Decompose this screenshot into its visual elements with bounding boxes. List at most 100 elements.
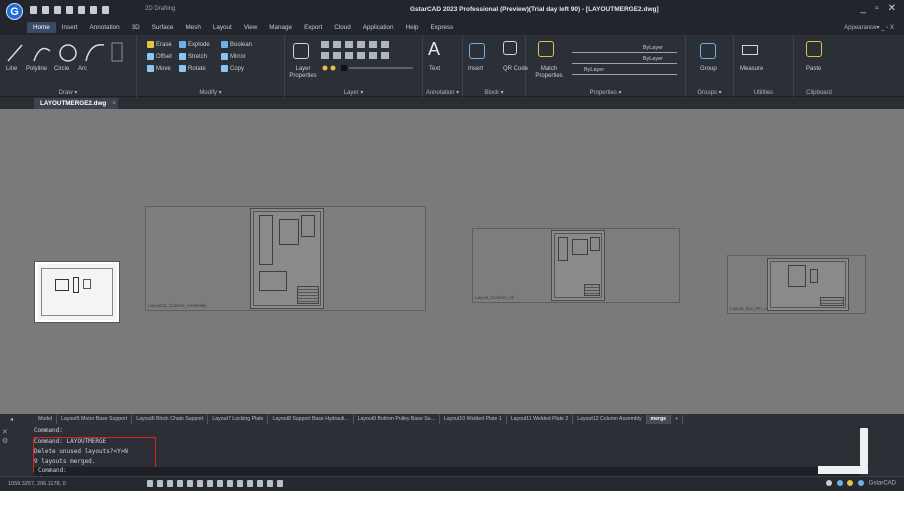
tab-layout[interactable]: Layout <box>207 22 238 33</box>
tab-view[interactable]: View <box>238 22 264 33</box>
tab-cloud[interactable]: Cloud <box>328 22 356 33</box>
draw-panel-title[interactable]: Draw ▾ <box>0 89 136 96</box>
workspace-icon[interactable] <box>247 480 253 487</box>
print-icon[interactable] <box>78 6 85 14</box>
command-vertical-scrollbar[interactable] <box>860 428 868 466</box>
stretch-tool[interactable]: Stretch <box>179 53 207 60</box>
tab-annotation[interactable]: Annotation <box>84 22 126 33</box>
app-logo-icon[interactable]: G <box>6 3 23 20</box>
notification-icon[interactable] <box>836 480 843 486</box>
qr-code-tool[interactable]: QR Code <box>503 66 528 72</box>
explode-tool[interactable]: Explode <box>179 41 210 48</box>
tab-layout6[interactable]: Layout6 Block Chain Support <box>132 415 209 424</box>
groups-panel-title[interactable]: Groups ▾ <box>686 89 733 96</box>
cloud-icon[interactable] <box>857 480 864 486</box>
annotation-panel-title[interactable]: Annotation ▾ <box>423 89 462 96</box>
tab-layout10[interactable]: Layout10 Welded Plate 1 <box>440 415 507 424</box>
tab-export[interactable]: Export <box>298 22 328 33</box>
command-input[interactable]: Command: <box>34 467 860 476</box>
osnap-icon[interactable] <box>187 480 193 487</box>
layer-panel-title[interactable]: Layer ▾ <box>285 89 422 96</box>
measure-tool[interactable]: Measure <box>740 66 763 72</box>
selection-cycling-icon[interactable] <box>227 480 233 487</box>
tab-3d[interactable]: 3D <box>126 22 146 33</box>
settings-icon[interactable] <box>825 480 832 486</box>
ortho-icon[interactable] <box>167 480 173 487</box>
tab-application[interactable]: Application <box>357 22 400 33</box>
transparency-icon[interactable] <box>217 480 223 487</box>
close-icon[interactable]: ✕ <box>2 428 8 437</box>
paste-tool[interactable]: Paste <box>806 66 821 72</box>
tab-insert[interactable]: Insert <box>56 22 84 33</box>
open-file-icon[interactable] <box>42 6 49 14</box>
add-layout-button[interactable]: + <box>671 415 684 424</box>
move-tool[interactable]: Move <box>147 65 171 72</box>
drawing-frame-3[interactable] <box>767 258 849 311</box>
lineweight-dropdown[interactable]: ByLayer <box>572 67 677 75</box>
line-tool[interactable]: Line <box>6 66 17 72</box>
redo-icon[interactable] <box>102 6 109 14</box>
document-tab[interactable]: LAYOUTMERGE2.dwg × <box>34 98 118 109</box>
block-panel-title[interactable]: Block ▾ <box>463 89 525 96</box>
wrench-icon[interactable]: ⚙ <box>2 437 8 446</box>
linetype-dropdown[interactable]: ByLayer <box>572 56 677 64</box>
save-as-icon[interactable] <box>66 6 73 14</box>
lineweight-icon[interactable] <box>207 480 213 487</box>
tab-home[interactable]: Home <box>27 22 56 33</box>
modify-panel-title[interactable]: Modify ▾ <box>137 89 284 96</box>
tab-express[interactable]: Express <box>424 22 459 33</box>
offset-tool[interactable]: Offset <box>147 53 172 60</box>
tab-layout11[interactable]: Layout11 Welded Plate 2 <box>507 415 574 424</box>
save-icon[interactable] <box>54 6 61 14</box>
insert-tool[interactable]: Insert <box>468 66 483 72</box>
tab-layout12[interactable]: Layout12 Column Assembly <box>573 415 647 424</box>
drawing-canvas[interactable]: Layout12_Column_Assembly Layout_Column_A… <box>0 109 904 513</box>
tab-layout7[interactable]: Layout7 Locking Plate <box>208 415 269 424</box>
layout-nav-icon[interactable]: ◂ <box>10 416 13 423</box>
tab-surface[interactable]: Surface <box>146 22 180 33</box>
close-button[interactable]: ✕ <box>888 3 896 14</box>
maximize-button[interactable]: ▫ <box>875 3 879 14</box>
tab-help[interactable]: Help <box>400 22 425 33</box>
customize-icon[interactable] <box>277 480 283 487</box>
boolean-tool[interactable]: Boolean <box>221 41 252 48</box>
tab-layout5[interactable]: Layout5 Motor Base Support <box>57 415 133 424</box>
mirror-tool[interactable]: Mirror <box>221 53 246 60</box>
grid-icon[interactable] <box>147 480 153 487</box>
tab-merge[interactable]: merge <box>646 415 672 424</box>
clipboard-panel-title[interactable]: Clipboard <box>794 90 844 96</box>
undo-icon[interactable] <box>90 6 97 14</box>
text-tool[interactable]: Text <box>429 66 440 72</box>
command-horizontal-scrollbar[interactable] <box>818 466 868 474</box>
match-properties-button[interactable]: Match Properties <box>532 66 566 80</box>
erase-tool[interactable]: Erase <box>147 41 172 48</box>
fullscreen-icon[interactable] <box>267 480 273 487</box>
tab-mesh[interactable]: Mesh <box>179 22 206 33</box>
layer-properties-button[interactable]: Layer Properties <box>289 66 317 80</box>
circle-tool[interactable]: Circle <box>54 66 69 72</box>
new-file-icon[interactable] <box>30 6 37 14</box>
utilities-panel-title[interactable]: Utilities <box>734 90 793 96</box>
tab-model[interactable]: Model <box>34 415 58 424</box>
properties-panel-title[interactable]: Properties ▾ <box>526 89 685 96</box>
otrack-icon[interactable] <box>197 480 203 487</box>
workspace-selector[interactable]: 2D Drafting <box>145 6 175 12</box>
snap-icon[interactable] <box>157 480 163 487</box>
annotation-scale-icon[interactable] <box>237 480 243 487</box>
tab-layout9[interactable]: Layout9 Bottom Pulley Base Su... <box>354 415 440 424</box>
drawing-frame-2[interactable] <box>551 230 605 301</box>
drawing-frame-1[interactable] <box>250 208 324 309</box>
appearance-menu[interactable]: Appearance▾ _ ▫ X <box>844 24 894 31</box>
minimize-button[interactable]: _ <box>861 3 867 14</box>
tab-manage[interactable]: Manage <box>263 22 298 33</box>
polyline-tool[interactable]: Polyline <box>26 66 47 72</box>
color-dropdown[interactable]: ByLayer <box>572 45 677 53</box>
polar-icon[interactable] <box>177 480 183 487</box>
arc-tool[interactable]: Arc <box>78 66 87 72</box>
isolate-icon[interactable] <box>257 480 263 487</box>
selected-layout-preview[interactable] <box>34 261 120 323</box>
rotate-tool[interactable]: Rotate <box>179 65 206 72</box>
group-tool[interactable]: Group <box>700 66 717 72</box>
tab-layout8[interactable]: Layout8 Support Base Hydrauli... <box>268 415 354 424</box>
copy-tool[interactable]: Copy <box>221 65 244 72</box>
